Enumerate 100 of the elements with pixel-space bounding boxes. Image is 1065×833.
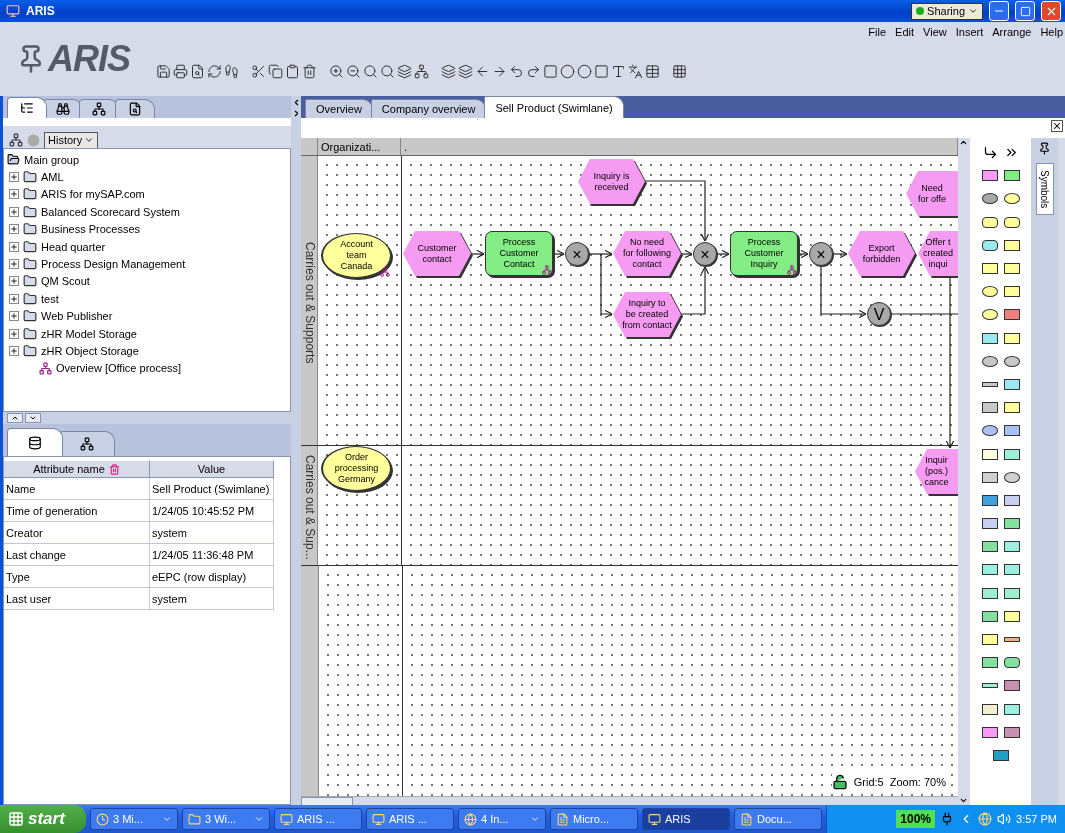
symbol-icon[interactable] [981, 425, 998, 437]
symbol-icon[interactable] [981, 587, 998, 599]
collapse-down-button[interactable] [25, 413, 41, 423]
taskbar-button[interactable]: ARIS ... [366, 808, 454, 830]
side-tab[interactable]: Symbols [1035, 163, 1054, 216]
symbol-icon[interactable] [992, 749, 1009, 761]
expand-toggle[interactable] [9, 172, 19, 183]
expand-toggle[interactable] [9, 276, 19, 287]
fit-icon[interactable] [380, 64, 395, 79]
collapse-up-button[interactable] [7, 413, 23, 423]
column-header[interactable]: Attribute name [4, 460, 150, 478]
scroll-down-icon[interactable] [958, 796, 968, 805]
symbol-icon[interactable] [1003, 286, 1020, 298]
tree-item[interactable]: ARIS for mySAP.com [41, 188, 145, 201]
tree-item[interactable]: zHR Model Storage [41, 327, 137, 340]
tree-item[interactable]: Process Design Management [41, 258, 186, 271]
scroll-up-icon[interactable] [958, 138, 968, 147]
tree-item[interactable]: Web Publisher [41, 310, 113, 323]
tree-item[interactable]: Balanced Scorecard System [41, 205, 180, 218]
ellipse-icon[interactable] [560, 64, 575, 79]
close-icon[interactable] [1051, 120, 1063, 132]
menu-item[interactable]: File [868, 26, 887, 44]
symbol-icon[interactable] [981, 355, 998, 367]
tree-item[interactable]: Head quarter [41, 240, 106, 253]
navigator-tab[interactable] [115, 99, 155, 118]
symbol-icon[interactable] [981, 170, 998, 182]
symbol-icon[interactable] [981, 518, 998, 530]
paste-icon[interactable] [285, 64, 300, 79]
run-icon[interactable] [224, 64, 239, 79]
redo-icon[interactable] [526, 64, 541, 79]
zoom-in-icon[interactable] [329, 64, 344, 79]
delete-icon[interactable] [302, 64, 317, 79]
symbol-icon[interactable] [981, 494, 998, 506]
taskbar-button[interactable]: 3 Wi... [182, 808, 270, 830]
symbol-icon[interactable] [1003, 193, 1020, 205]
symbol-icon[interactable] [981, 541, 998, 553]
symbol-icon[interactable] [981, 309, 998, 321]
expand-toggle[interactable] [9, 346, 19, 356]
symbol-icon[interactable] [981, 726, 998, 738]
volume-icon[interactable] [997, 812, 1012, 826]
expand-toggle[interactable] [9, 241, 19, 252]
tree-item[interactable]: Overview [Office process] [56, 362, 182, 375]
print-preview-icon[interactable] [190, 64, 205, 79]
column-header[interactable]: Value [150, 460, 274, 478]
symbol-icon[interactable] [981, 216, 998, 228]
text-icon[interactable] [611, 64, 626, 79]
taskbar-button[interactable]: ARIS ... [274, 808, 362, 830]
symbol-icon[interactable] [1003, 216, 1020, 228]
rectangle-icon[interactable] [543, 64, 558, 79]
taskbar-button[interactable]: ARIS [642, 808, 730, 830]
symbol-icon[interactable] [981, 448, 998, 460]
symbol-icon[interactable] [1003, 425, 1020, 437]
symbol-icon[interactable] [1003, 471, 1020, 483]
symbol-icon[interactable] [1003, 657, 1020, 669]
document-tab[interactable]: Overview [305, 99, 373, 118]
symbol-icon[interactable] [1003, 239, 1020, 251]
symbol-icon[interactable] [981, 193, 998, 205]
symbol-icon[interactable] [981, 402, 998, 414]
symbol-icon[interactable] [1003, 402, 1020, 414]
grid-icon[interactable] [672, 64, 687, 79]
symbol-icon[interactable] [981, 683, 998, 689]
symbol-icon[interactable] [1003, 541, 1020, 553]
symbol-icon[interactable] [1003, 309, 1020, 321]
taskbar-button[interactable]: 3 Mi... [90, 808, 178, 830]
symbol-icon[interactable] [1003, 680, 1020, 692]
symbol-icon[interactable] [981, 564, 998, 576]
layout-icon[interactable] [414, 64, 429, 79]
expand-toggle[interactable] [9, 189, 19, 200]
refresh-icon[interactable] [207, 64, 222, 79]
stack-icon[interactable] [441, 64, 456, 79]
navigator-tab[interactable] [7, 97, 47, 118]
symbol-icon[interactable] [981, 471, 998, 483]
table-icon[interactable] [645, 64, 660, 79]
symbol-icon[interactable] [981, 381, 998, 387]
symbol-icon[interactable] [1003, 170, 1020, 182]
menu-item[interactable]: Insert [955, 26, 984, 44]
tree-item[interactable]: Main group [24, 153, 80, 166]
copy-icon[interactable] [268, 64, 283, 79]
tree-item[interactable]: QM Scout [41, 275, 90, 288]
save-icon[interactable] [156, 64, 171, 79]
properties-tab[interactable] [7, 428, 63, 456]
symbol-icon[interactable] [1003, 637, 1020, 643]
maximize-button[interactable] [1015, 1, 1035, 21]
symbol-icon[interactable] [981, 657, 998, 669]
tree-item[interactable]: Business Processes [41, 223, 141, 236]
layers-icon[interactable] [397, 64, 412, 79]
history-dropdown[interactable]: History [44, 131, 99, 149]
lock-icon[interactable] [831, 774, 848, 790]
right-arrow-icon[interactable] [492, 64, 507, 79]
symbol-icon[interactable] [1003, 564, 1020, 576]
tree-item[interactable]: AML [41, 171, 64, 184]
cut-icon[interactable] [251, 64, 266, 79]
menu-item[interactable]: Edit [895, 26, 915, 44]
symbol-icon[interactable] [981, 610, 998, 622]
symbol-icon[interactable] [981, 332, 998, 344]
minimize-button[interactable] [989, 1, 1009, 21]
symbol-icon[interactable] [981, 239, 998, 251]
expand-toggle[interactable] [9, 206, 19, 217]
tree-item[interactable]: zHR Object Storage [41, 345, 139, 357]
symbol-icon[interactable] [981, 634, 998, 646]
